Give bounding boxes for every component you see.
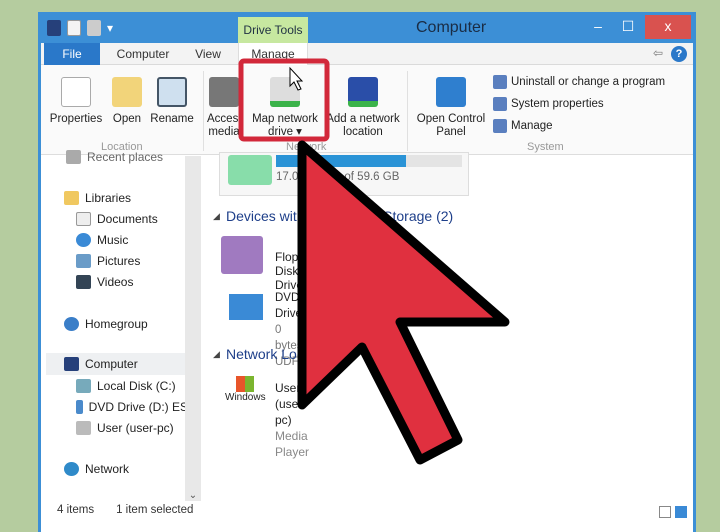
highlight-box [238,58,330,142]
mouse-cursor-icon [289,66,304,91]
annotation-overlay [238,58,510,465]
pointer-arrow [297,140,510,465]
